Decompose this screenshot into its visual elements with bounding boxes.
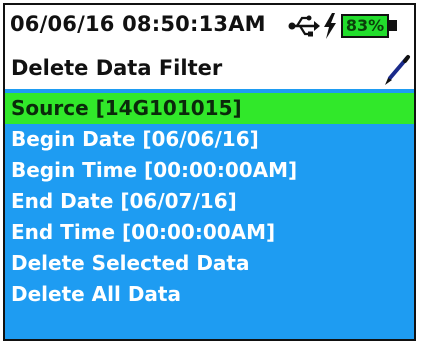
device-screen: 06/06/16 08:50:13AM 83% Delete Data Filt…: [3, 3, 416, 341]
status-bar: 06/06/16 08:50:13AM 83%: [5, 5, 414, 49]
lightning-bolt-icon: [324, 13, 336, 39]
menu-item-begin-time[interactable]: Begin Time [00:00:00AM]: [5, 155, 414, 186]
battery-percent: 83%: [345, 16, 385, 35]
battery-indicator: 83%: [341, 14, 389, 38]
menu-item-delete-all[interactable]: Delete All Data: [5, 279, 414, 310]
menu-item-end-date[interactable]: End Date [06/07/16]: [5, 186, 414, 217]
menu-item-source[interactable]: Source [14G101015]: [5, 93, 414, 124]
usb-icon: [288, 15, 320, 37]
menu-item-end-time[interactable]: End Time [00:00:00AM]: [5, 217, 414, 248]
menu-item-begin-date[interactable]: Begin Date [06/06/16]: [5, 124, 414, 155]
datetime-display: 06/06/16 08:50:13AM: [10, 12, 266, 36]
title-bar: Delete Data Filter: [5, 49, 414, 89]
filter-menu: Source [14G101015] Begin Date [06/06/16]…: [5, 89, 414, 339]
battery-tip: [389, 20, 397, 31]
menu-item-delete-selected[interactable]: Delete Selected Data: [5, 248, 414, 279]
pen-icon[interactable]: [382, 54, 412, 86]
page-title: Delete Data Filter: [11, 56, 223, 80]
